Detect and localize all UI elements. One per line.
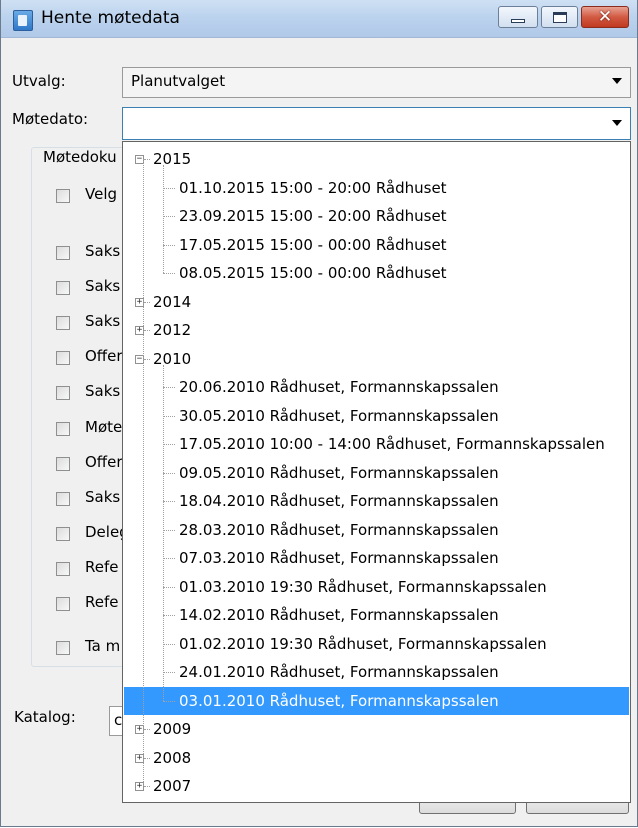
maximize-button[interactable] [541, 6, 578, 28]
groupbox-title: Møtedoku [39, 148, 121, 166]
checkbox[interactable] [56, 597, 70, 611]
tree-year-node[interactable]: 2012 [153, 320, 191, 340]
checkbox[interactable] [56, 316, 70, 330]
tree-connector [144, 786, 150, 787]
tree-meeting-item[interactable]: 01.10.2015 15:00 - 20:00 Rådhuset [179, 178, 447, 198]
checkbox[interactable] [56, 246, 70, 260]
chevron-down-icon[interactable] [612, 78, 622, 84]
tree-meeting-item[interactable]: 18.04.2010 Rådhuset, Formannskapssalen [179, 491, 499, 511]
checkbox-label: Saks [85, 382, 121, 400]
tree-connector [163, 700, 175, 702]
window: Hente møtedata ✕ Utvalg: Planutvalget Mø… [0, 0, 638, 827]
tree-connector [163, 387, 175, 388]
tree-connector [144, 159, 150, 160]
tree-meeting-item[interactable]: 20.06.2010 Rådhuset, Formannskapssalen [179, 377, 499, 397]
chevron-down-icon[interactable] [612, 120, 622, 126]
tree-year-node[interactable]: 2007 [153, 776, 191, 796]
tree-year-node[interactable]: 2010 [153, 349, 191, 369]
tree-meeting-item[interactable]: 07.03.2010 Rådhuset, Formannskapssalen [179, 548, 499, 568]
checkbox-label: Offer [85, 347, 123, 365]
tree-connector [163, 529, 175, 531]
tree-meeting-item[interactable]: 01.02.2010 19:30 Rådhuset, Formannskapss… [179, 634, 547, 654]
tree-connector [163, 244, 175, 246]
tree-meeting-item[interactable]: 14.02.2010 Rådhuset, Formannskapssalen [179, 605, 499, 625]
checkbox[interactable] [56, 641, 70, 655]
tree-connector [163, 615, 175, 616]
checkbox-label: Saks [85, 312, 121, 330]
minimize-icon [511, 19, 525, 23]
tree-connector [163, 672, 175, 673]
katalog-value: c [114, 711, 123, 729]
utvalg-label: Utvalg: [12, 72, 66, 90]
checkbox-label: Refe [85, 558, 119, 576]
tree-connector [144, 729, 150, 730]
tree-meeting-item[interactable]: 08.05.2015 15:00 - 00:00 Rådhuset [179, 263, 447, 283]
checkbox[interactable] [56, 562, 70, 576]
tree-connector [163, 415, 175, 417]
close-icon: ✕ [597, 6, 613, 27]
motedato-combobox[interactable] [122, 107, 631, 140]
utvalg-value: Planutvalget [131, 72, 226, 90]
close-button[interactable]: ✕ [581, 6, 629, 28]
checkbox-label: Offer [85, 453, 123, 471]
tree-meeting-item[interactable]: 01.03.2010 19:30 Rådhuset, Formannskapss… [179, 577, 547, 597]
tree-connector [144, 301, 150, 303]
tree-connector [143, 159, 144, 786]
tree-meeting-item[interactable]: 03.01.2010 Rådhuset, Formannskapssalen [179, 691, 499, 711]
checkbox[interactable] [56, 351, 70, 365]
tree-meeting-item[interactable]: 24.01.2010 Rådhuset, Formannskapssalen [179, 662, 499, 682]
tree-meeting-item[interactable]: 17.05.2010 10:00 - 14:00 Rådhuset, Forma… [179, 434, 605, 454]
tree-year-node[interactable]: 2009 [153, 719, 191, 739]
tree-connector [144, 358, 150, 360]
tree-connector [163, 643, 175, 645]
maximize-icon [552, 11, 567, 23]
tree-connector [163, 501, 175, 502]
katalog-label: Katalog: [14, 708, 76, 726]
tree-connector [144, 330, 150, 331]
tree-connector [163, 364, 164, 701]
checkbox[interactable] [56, 386, 70, 400]
tree-meeting-item[interactable]: 28.03.2010 Rådhuset, Formannskapssalen [179, 520, 499, 540]
tree-meeting-item[interactable]: 30.05.2010 Rådhuset, Formannskapssalen [179, 406, 499, 426]
checkbox-label: Saks [85, 488, 121, 506]
motedato-dropdown-tree[interactable]: −2015 01.10.2015 15:00 - 20:00 Rådhuset 23… [122, 141, 631, 803]
tree-year-node[interactable]: 2014 [153, 292, 191, 312]
checkbox[interactable] [56, 189, 70, 203]
tree-connector [163, 216, 175, 217]
title-bar[interactable]: Hente møtedata ✕ [1, 0, 637, 38]
tree-connector [163, 472, 175, 474]
tree-meeting-item[interactable]: 17.05.2015 15:00 - 00:00 Rådhuset [179, 235, 447, 255]
checkbox-label: Saks [85, 277, 121, 295]
tree-connector [144, 757, 150, 759]
checkbox-label: Møte [85, 418, 123, 436]
checkbox[interactable] [56, 492, 70, 506]
checkbox-label: Saks [85, 242, 121, 260]
tree-connector [163, 586, 175, 588]
motedato-label: Møtedato: [12, 110, 89, 128]
tree-year-node[interactable]: 2015 [153, 149, 191, 169]
tree-connector [163, 273, 175, 274]
tree-connector [163, 444, 175, 445]
window-title: Hente møtedata [41, 8, 180, 28]
checkbox-label: Velg [85, 185, 118, 203]
tree-connector [163, 165, 164, 273]
app-icon [13, 10, 33, 31]
checkbox[interactable] [56, 527, 70, 541]
tree-connector [163, 187, 175, 189]
checkbox[interactable] [56, 422, 70, 436]
tree-meeting-item[interactable]: 23.09.2015 15:00 - 20:00 Rådhuset [179, 206, 447, 226]
tree-year-node[interactable]: 2008 [153, 748, 191, 768]
checkbox[interactable] [56, 457, 70, 471]
utvalg-combobox[interactable]: Planutvalget [122, 67, 631, 98]
checkbox-label: Ta m [85, 637, 121, 655]
tree-connector [163, 558, 175, 559]
checkbox-label: Refe [85, 593, 119, 611]
tree-meeting-item[interactable]: 09.05.2010 Rådhuset, Formannskapssalen [179, 463, 499, 483]
checkbox[interactable] [56, 281, 70, 295]
minimize-button[interactable] [498, 6, 538, 28]
